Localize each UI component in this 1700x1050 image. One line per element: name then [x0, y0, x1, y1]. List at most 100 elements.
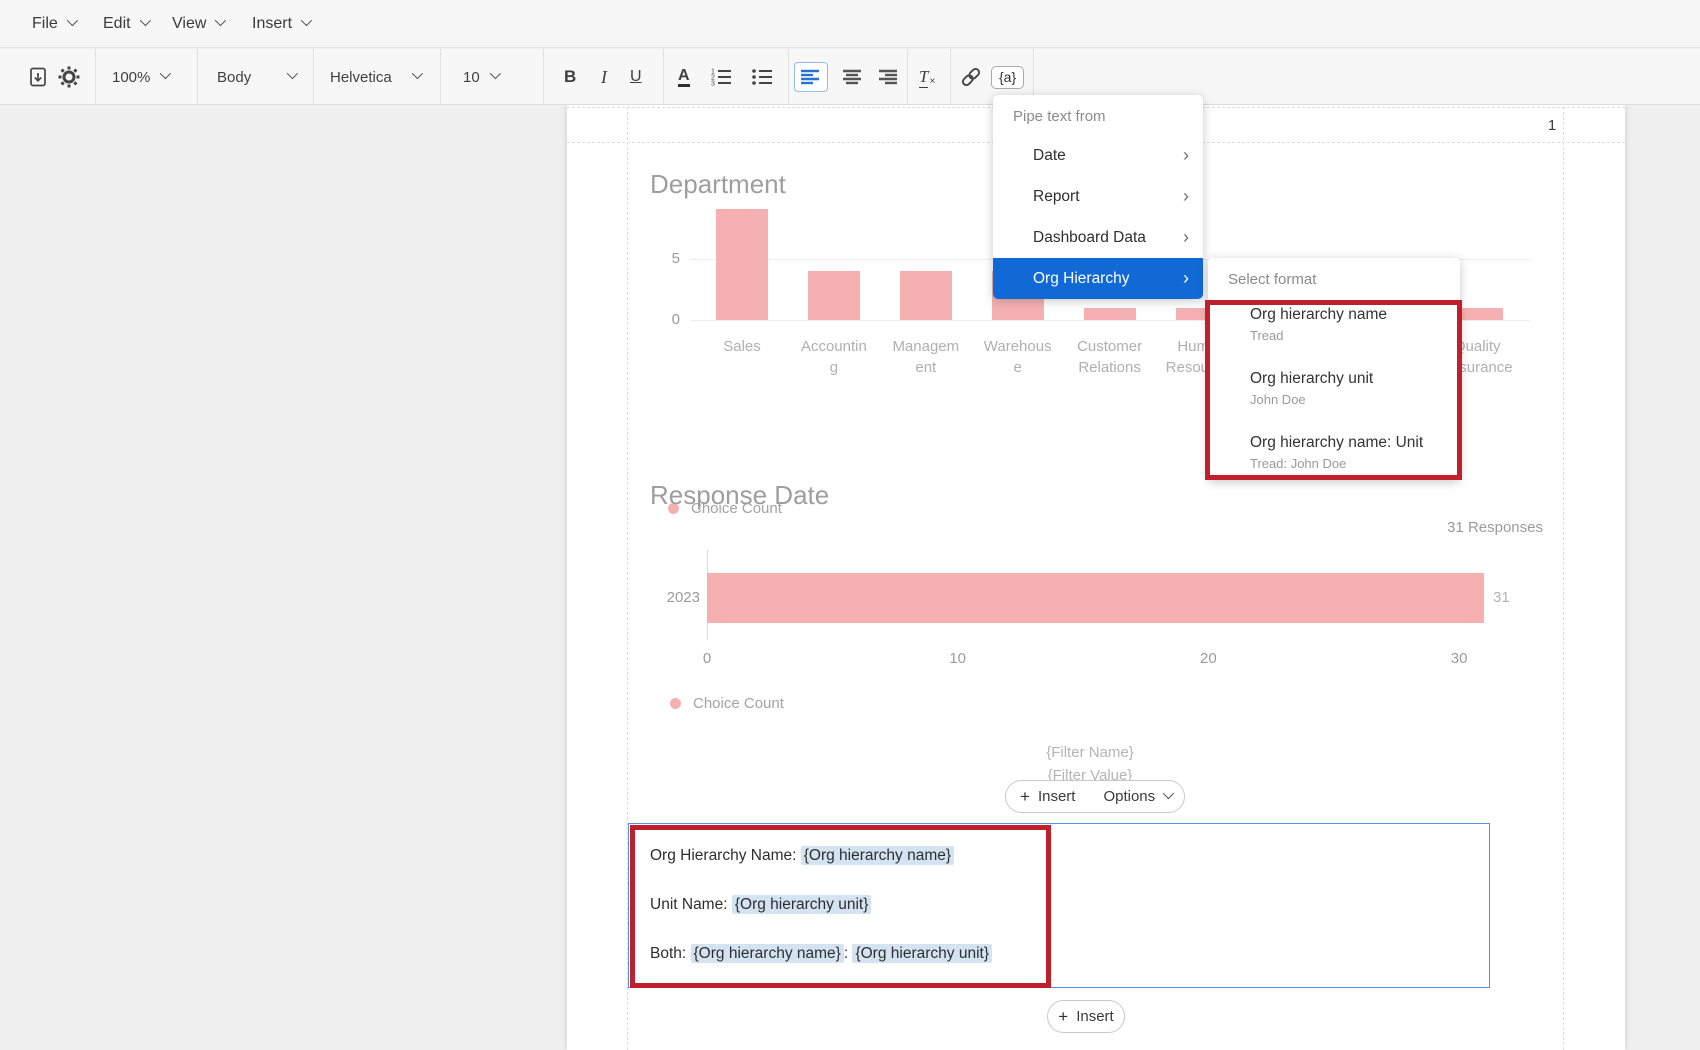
align-left-button[interactable] [794, 49, 828, 105]
align-right-button[interactable] [877, 49, 897, 105]
toolbar-separator [788, 49, 789, 105]
style-value: Body [217, 69, 251, 86]
menu-item-org-hierarchy[interactable]: Org Hierarchy› [993, 258, 1203, 299]
text-color-button[interactable]: A [678, 49, 690, 105]
italic-button[interactable]: I [601, 49, 607, 105]
chevron-down-icon [489, 68, 500, 79]
font-select[interactable]: Helvetica [330, 49, 440, 105]
clear-formatting-icon: T [919, 67, 928, 88]
pipe-text-menu: Pipe text from Date› Report› Dashboard D… [993, 95, 1203, 299]
align-left-icon [801, 69, 821, 85]
menu-edit-label: Edit [103, 15, 131, 33]
submenu-item-org-hierarchy-unit[interactable]: Org hierarchy unit John Doe [1250, 368, 1460, 408]
italic-icon: I [601, 67, 607, 88]
toolbar-separator [663, 49, 664, 105]
submenu-item-org-hierarchy-name[interactable]: Org hierarchy name Tread [1250, 304, 1460, 344]
menu-item-report[interactable]: Report› [993, 176, 1203, 217]
toolbar-separator [197, 49, 198, 105]
toolbar-separator [543, 49, 544, 105]
ordered-list-button[interactable]: 123 [710, 49, 732, 105]
x-tick-label: 30 [1434, 650, 1484, 667]
toolbar-separator [950, 49, 951, 105]
bullet-list-button[interactable] [751, 49, 773, 105]
submenu-item-label: Org hierarchy unit [1250, 368, 1460, 389]
bar [707, 573, 1484, 623]
menu-file-label: File [32, 15, 58, 33]
x-tick-label: 0 [682, 650, 732, 667]
bar [808, 271, 860, 320]
category-label: Management [889, 336, 963, 378]
menu-item-dashboard-data[interactable]: Dashboard Data› [993, 217, 1203, 258]
paragraph-style-select[interactable]: Body [217, 49, 313, 105]
submenu-item-org-hierarchy-name-unit[interactable]: Org hierarchy name: Unit Tread: John Doe [1250, 432, 1460, 472]
legend-label: Choice Count [693, 695, 784, 712]
insert-label: Insert [1076, 1008, 1114, 1025]
department-chart-title: Department [650, 169, 786, 200]
menu-insert[interactable]: Insert [252, 0, 309, 48]
underline-button[interactable]: U [630, 49, 642, 105]
bullet-list-icon [751, 66, 773, 88]
x-tick-label: 20 [1183, 650, 1233, 667]
submenu-header: Select format [1208, 258, 1460, 292]
category-label: Warehouse [981, 336, 1055, 378]
line-prefix: Both: [650, 945, 691, 962]
align-right-icon [877, 69, 897, 85]
align-center-button[interactable] [842, 49, 862, 105]
font-value: Helvetica [330, 69, 392, 86]
chevron-down-icon [301, 15, 312, 26]
bottom-insert-button[interactable]: + Insert [1047, 1000, 1125, 1033]
y-tick-label: 0 [640, 311, 680, 328]
insert-button[interactable]: + Insert [1006, 781, 1089, 812]
options-button[interactable]: Options [1089, 781, 1185, 812]
menu-item-date[interactable]: Date › [993, 135, 1203, 176]
hbar-value-label: 31 [1493, 589, 1510, 606]
menu-bar: File Edit View Insert [0, 0, 1700, 48]
gear-icon [57, 65, 81, 89]
insert-link-button[interactable] [959, 49, 983, 105]
clear-formatting-button[interactable]: T× [919, 49, 935, 105]
menu-file[interactable]: File [32, 0, 75, 48]
zoom-select[interactable]: 100% [112, 49, 168, 105]
export-document-button[interactable] [27, 49, 49, 105]
legend-dot-icon [670, 698, 681, 709]
piped-text-icon: {a} [991, 66, 1024, 89]
submenu-item-example: Tread: John Doe [1250, 455, 1460, 472]
link-icon [959, 65, 983, 89]
bold-button[interactable]: B [564, 49, 576, 105]
align-center-icon [842, 69, 862, 85]
bar [900, 271, 952, 320]
submenu-item-label: Org hierarchy name [1250, 304, 1460, 325]
page-number: 1 [1542, 117, 1562, 134]
menu-item-label: Date [1033, 147, 1066, 164]
plus-icon: + [1058, 1007, 1068, 1027]
menu-insert-label: Insert [252, 15, 292, 33]
settings-button[interactable] [57, 49, 81, 105]
chevron-right-icon: › [1183, 176, 1189, 217]
category-label: Sales [705, 336, 779, 357]
piped-token: {Org hierarchy unit} [732, 895, 872, 914]
insert-label: Insert [1038, 788, 1076, 805]
toolbar-separator [313, 49, 314, 105]
menu-item-label: Dashboard Data [1033, 229, 1146, 246]
chevron-down-icon [1163, 787, 1174, 798]
menu-view[interactable]: View [172, 0, 223, 48]
underline-icon: U [630, 68, 642, 86]
font-size-select[interactable]: 10 [463, 49, 498, 105]
bold-icon: B [564, 67, 576, 87]
submenu-item-example: John Doe [1250, 391, 1460, 408]
margin-guide-right [1563, 107, 1564, 1050]
bar [716, 209, 768, 320]
responses-count: 31 Responses [1447, 519, 1543, 536]
toolbar-separator [440, 49, 441, 105]
chevron-down-icon [139, 15, 150, 26]
menu-edit[interactable]: Edit [103, 0, 148, 48]
menu-view-label: View [172, 15, 206, 33]
text-color-icon: A [678, 67, 690, 87]
x-tick-label: 10 [933, 650, 983, 667]
bar [1084, 308, 1136, 320]
insert-options-pill: + Insert Options [1005, 780, 1185, 813]
text-line-org-name: Org Hierarchy Name: {Org hierarchy name} [650, 847, 954, 865]
chevron-right-icon: › [1183, 135, 1189, 176]
text-line-unit-name: Unit Name: {Org hierarchy unit} [650, 896, 871, 914]
filter-name-placeholder: {Filter Name} [990, 744, 1190, 761]
